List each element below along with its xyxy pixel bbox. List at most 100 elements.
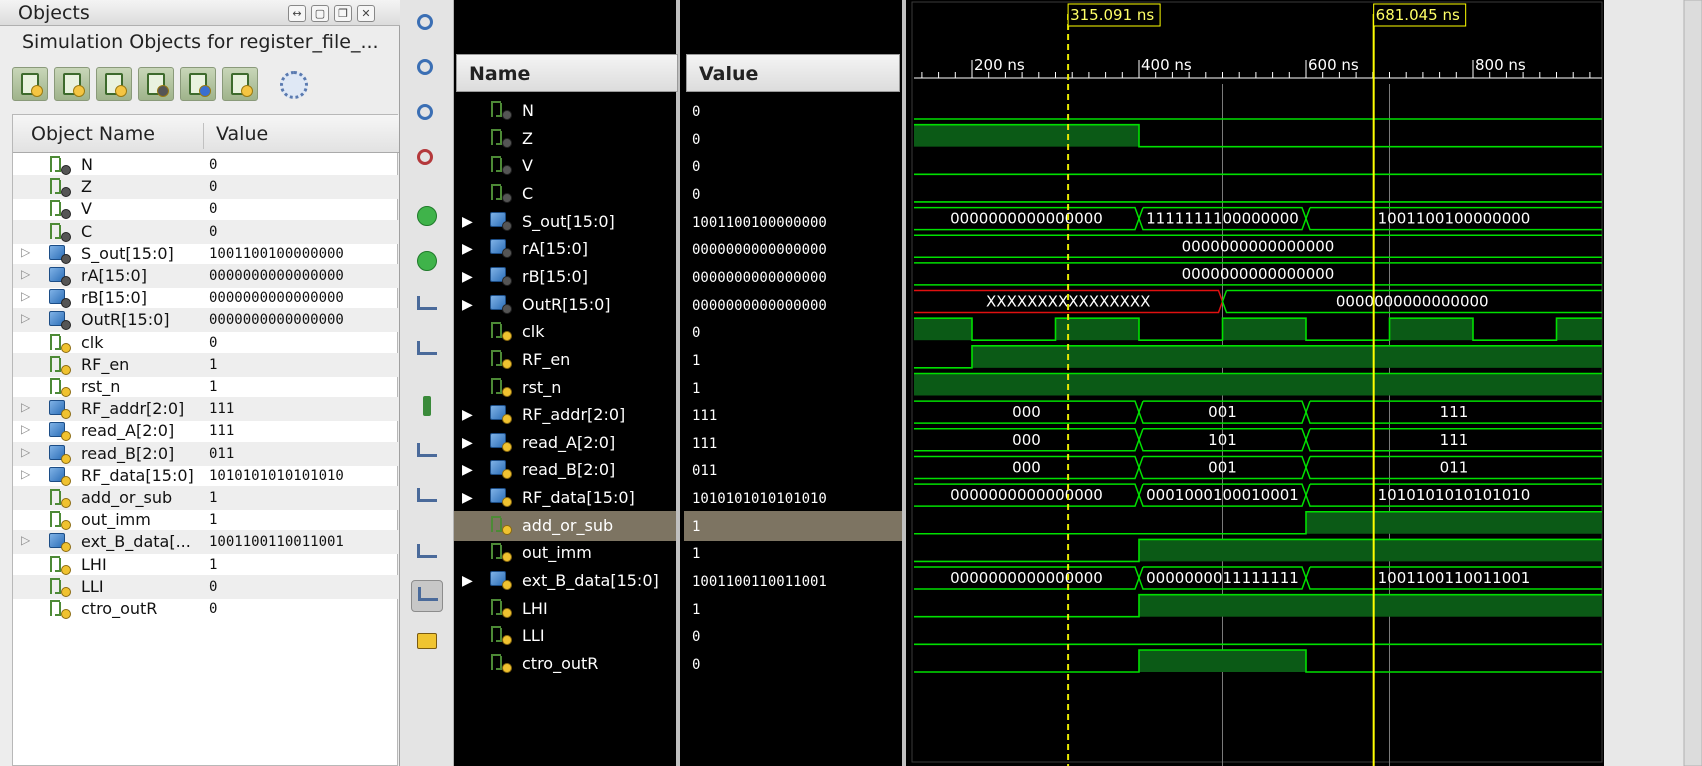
column-header-value[interactable]: Value <box>203 123 268 149</box>
wave-value-row-z[interactable]: 0 <box>684 124 902 154</box>
previous-transition-button[interactable] <box>411 290 443 322</box>
wave-value-row-ra-15-0[interactable]: 0000000000000000 <box>684 234 902 264</box>
expand-arrow-icon[interactable]: ▷ <box>21 533 30 547</box>
object-row-clk[interactable]: clk 0 <box>13 331 399 355</box>
expand-arrow-icon[interactable]: ▷ <box>21 245 30 259</box>
swap-cursors-button[interactable] <box>411 538 443 570</box>
snap-to-transition-button[interactable] <box>411 580 443 612</box>
expand-arrow-icon[interactable]: ▶ <box>462 462 473 478</box>
wave-value-row-rst-n[interactable]: 1 <box>684 373 902 403</box>
wave-row-rst-n[interactable]: rst_n <box>454 373 676 403</box>
wave-row-add-or-sub[interactable]: add_or_sub <box>454 510 676 541</box>
wave-row-n[interactable]: N <box>454 96 676 126</box>
object-row-lli[interactable]: LLI 0 <box>13 574 399 599</box>
restore-icon[interactable]: ↔ <box>288 5 306 22</box>
waveform-svg[interactable]: 200 ns 400 ns 600 ns 800 ns0000000000000000… <box>910 0 1702 766</box>
wave-row-lli[interactable]: LLI <box>454 621 676 651</box>
wave-row-ra-15-0[interactable]: ▶ rA[15:0] <box>454 234 676 264</box>
go-to-start-button[interactable] <box>411 200 443 232</box>
wave-value-row-outr-15-0[interactable]: 0000000000000000 <box>684 290 902 320</box>
zoom-in-button[interactable] <box>411 8 443 40</box>
go-to-end-button[interactable] <box>411 245 443 277</box>
object-row-rf-addr-2-0[interactable]: ▷ RF_addr[2:0] 111 <box>13 397 399 422</box>
object-row-ctro-outr[interactable]: ctro_outR 0 <box>13 597 399 621</box>
wave-value-row-rf-addr-2-0[interactable]: 111 <box>684 400 902 430</box>
wave-value-row-out-imm[interactable]: 1 <box>684 538 902 568</box>
next-marker-button[interactable] <box>411 482 443 514</box>
settings-icon[interactable] <box>280 71 308 99</box>
wave-value-row-s-out-15-0[interactable]: 1001100100000000 <box>684 207 902 237</box>
wave-row-z[interactable]: Z <box>454 124 676 154</box>
wave-row-c[interactable]: C <box>454 179 676 209</box>
output-ports-button[interactable] <box>54 67 90 101</box>
name-column-header[interactable]: Name <box>456 54 678 92</box>
zoom-fit-button[interactable] <box>411 98 443 130</box>
expand-arrow-icon[interactable]: ▷ <box>21 422 30 436</box>
wave-row-rf-data-15-0[interactable]: ▶ RF_data[15:0] <box>454 483 676 513</box>
expand-arrow-icon[interactable]: ▶ <box>462 573 473 589</box>
internal-signals-button[interactable] <box>138 67 174 101</box>
wave-value-row-read-b-2-0[interactable]: 011 <box>684 455 902 485</box>
expand-arrow-icon[interactable]: ▶ <box>462 269 473 285</box>
wave-value-row-c[interactable]: 0 <box>684 179 902 209</box>
wave-value-row-v[interactable]: 0 <box>684 151 902 181</box>
waveform-canvas[interactable]: 200 ns 400 ns 600 ns 800 ns 0000000000000000… <box>910 0 1702 766</box>
object-row-n[interactable]: N0 <box>13 153 399 177</box>
expand-arrow-icon[interactable]: ▷ <box>21 311 30 325</box>
zoom-to-cursor-button[interactable] <box>411 143 443 175</box>
wave-row-clk[interactable]: clk <box>454 317 676 347</box>
wave-row-out-imm[interactable]: out_imm <box>454 538 676 568</box>
wave-value-row-ctro-outr[interactable]: 0 <box>684 649 902 679</box>
wave-value-row-rf-en[interactable]: 1 <box>684 345 902 375</box>
wave-value-row-lli[interactable]: 0 <box>684 621 902 651</box>
expand-arrow-icon[interactable]: ▶ <box>462 435 473 451</box>
minimize-icon[interactable]: ▢ <box>311 5 329 22</box>
wave-row-s-out-15-0[interactable]: ▶ S_out[15:0] <box>454 207 676 237</box>
object-row-z[interactable]: Z0 <box>13 175 399 200</box>
wave-value-row-rf-data-15-0[interactable]: 1010101010101010 <box>684 483 902 513</box>
object-row-lhi[interactable]: LHI 1 <box>13 553 399 577</box>
object-row-c[interactable]: C0 <box>13 219 399 244</box>
input-ports-button[interactable] <box>12 67 48 101</box>
wave-value-row-ext-b-data-15-0[interactable]: 1001100110011001 <box>684 566 902 596</box>
expand-arrow-icon[interactable]: ▷ <box>21 400 30 414</box>
wave-value-row-lhi[interactable]: 1 <box>684 594 902 624</box>
value-column-header[interactable]: Value <box>686 54 900 92</box>
object-row-rb-15-0[interactable]: ▷ rB[15:0] 0000000000000000 <box>13 286 399 310</box>
maximize-icon[interactable]: ❐ <box>334 5 352 22</box>
column-header-object-name[interactable]: Object Name <box>31 123 155 145</box>
object-row-ext-b-data[interactable]: ▷ ext_B_data[... 1001100110011001 <box>13 530 399 555</box>
expand-arrow-icon[interactable]: ▷ <box>21 467 30 481</box>
object-row-out-imm[interactable]: out_imm 1 <box>13 508 399 532</box>
expand-arrow-icon[interactable]: ▶ <box>462 490 473 506</box>
expand-arrow-icon[interactable]: ▷ <box>21 267 30 281</box>
add-marker-button[interactable] <box>411 390 443 422</box>
object-row-read-b-2-0[interactable]: ▷ read_B[2:0] 011 <box>13 441 399 466</box>
wave-row-read-b-2-0[interactable]: ▶ read_B[2:0] <box>454 455 676 485</box>
previous-marker-button[interactable] <box>411 437 443 469</box>
expand-arrow-icon[interactable]: ▶ <box>462 407 473 423</box>
expand-arrow-icon[interactable]: ▷ <box>21 445 30 459</box>
expand-arrow-icon[interactable]: ▶ <box>462 241 473 257</box>
floating-ruler-button[interactable] <box>411 625 443 657</box>
expand-arrow-icon[interactable]: ▷ <box>21 289 30 303</box>
wave-value-row-clk[interactable]: 0 <box>684 317 902 347</box>
wave-value-row-rb-15-0[interactable]: 0000000000000000 <box>684 262 902 292</box>
expand-arrow-icon[interactable]: ▶ <box>462 214 473 230</box>
wave-row-v[interactable]: V <box>454 151 676 181</box>
inout-ports-button[interactable] <box>96 67 132 101</box>
wave-row-read-a-2-0[interactable]: ▶ read_A[2:0] <box>454 428 676 458</box>
variables-button[interactable] <box>222 67 258 101</box>
wave-value-row-add-or-sub[interactable]: 1 <box>684 510 902 541</box>
wave-row-rf-addr-2-0[interactable]: ▶ RF_addr[2:0] <box>454 400 676 430</box>
zoom-out-button[interactable] <box>411 53 443 85</box>
object-row-add-or-sub[interactable]: add_or_sub 1 <box>13 486 399 510</box>
constants-button[interactable] <box>180 67 216 101</box>
object-row-v[interactable]: V0 <box>13 197 399 221</box>
wave-row-rf-en[interactable]: RF_en <box>454 345 676 375</box>
close-icon[interactable]: ✕ <box>357 5 375 22</box>
wave-value-row-read-a-2-0[interactable]: 111 <box>684 428 902 458</box>
wave-row-rb-15-0[interactable]: ▶ rB[15:0] <box>454 262 676 292</box>
wave-row-lhi[interactable]: LHI <box>454 594 676 624</box>
wave-value-row-n[interactable]: 0 <box>684 96 902 126</box>
